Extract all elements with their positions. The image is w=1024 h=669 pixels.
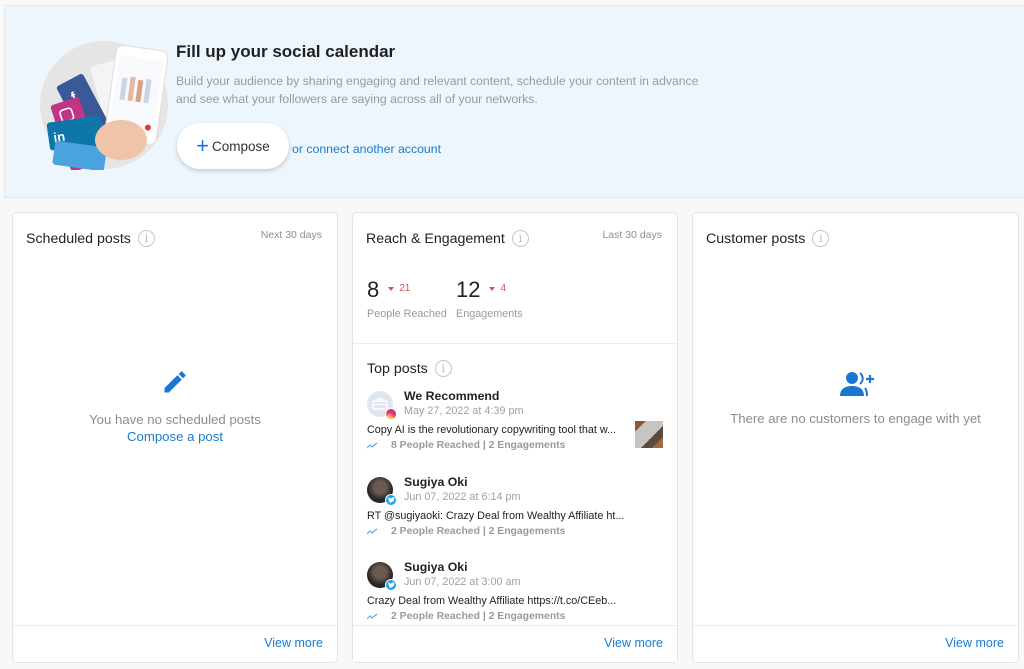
metric-engagements: 12 4 Engagements	[456, 277, 545, 320]
post-thumbnail[interactable]	[635, 421, 663, 448]
compose-label: Compose	[212, 138, 270, 154]
post-author: Sugiya Oki	[404, 560, 468, 574]
trend-icon	[367, 442, 378, 449]
info-icon[interactable]: i	[434, 360, 452, 377]
post-author: Sugiya Oki	[404, 475, 468, 489]
post-date: Jun 07, 2022 at 3:00 am	[404, 576, 521, 588]
scheduled-empty-state: You have no scheduled posts Compose a po…	[13, 368, 337, 444]
customer-posts-title: Customer posts	[706, 230, 806, 247]
info-icon[interactable]: i	[812, 230, 830, 247]
banner-title: Fill up your social calendar	[176, 42, 396, 61]
banner-description: Build your audience by sharing engaging …	[176, 74, 699, 106]
pencil-icon	[13, 368, 337, 400]
post-text: RT @sugiyaoki: Crazy Deal from Wealthy A…	[367, 510, 625, 522]
twitter-icon	[385, 494, 397, 506]
compose-button[interactable]: + Compose	[177, 123, 289, 169]
customer-posts-card: Customer posts i There are no customers …	[692, 212, 1019, 663]
card-footer: View more	[13, 625, 337, 662]
post-date: Jun 07, 2022 at 6:14 pm	[404, 491, 521, 503]
caret-down-icon	[388, 286, 395, 291]
customers-empty-state: There are no customers to engage with ye…	[693, 371, 1018, 426]
date-range-label: Next 30 days	[260, 229, 322, 241]
view-more-link[interactable]: View more	[264, 636, 323, 650]
compose-post-link[interactable]: Compose a post	[13, 429, 337, 444]
empty-message: There are no customers to engage with ye…	[730, 411, 981, 426]
social-cards-illustration: f in	[39, 40, 169, 172]
metric-label: People Reached	[367, 308, 447, 320]
card-footer: View more	[353, 625, 677, 662]
post-stats: 8 People Reached | 2 Engagements	[367, 440, 565, 451]
post-date: May 27, 2022 at 4:39 pm	[404, 405, 524, 417]
metric-delta: 4	[489, 283, 506, 294]
view-more-link[interactable]: View more	[604, 636, 663, 650]
metric-value: 8	[367, 277, 380, 302]
info-icon[interactable]: i	[137, 230, 155, 247]
post-text: Crazy Deal from Wealthy Affiliate https:…	[367, 595, 617, 607]
card-title: Reach & Engagement i	[366, 230, 529, 247]
card-footer: View more	[693, 625, 1018, 662]
trend-icon	[367, 528, 378, 535]
reach-engagement-card: Reach & Engagement i Last 30 days 8 21 P…	[352, 212, 678, 663]
post-stats: 2 People Reached | 2 Engagements	[367, 611, 565, 622]
instagram-icon	[385, 408, 397, 420]
briefcase-icon	[372, 398, 388, 410]
metric-people-reached: 8 21 People Reached	[367, 277, 456, 320]
plus-icon: +	[196, 133, 210, 158]
post-stats: 2 People Reached | 2 Engagements	[367, 526, 565, 537]
twitter-icon	[385, 579, 397, 591]
empty-message: You have no scheduled posts	[89, 412, 261, 427]
date-range-label: Last 30 days	[602, 229, 662, 241]
onboarding-banner: f in Fill up your social calendar Build …	[4, 5, 1024, 198]
view-more-link[interactable]: View more	[945, 636, 1004, 650]
post-author: We Recommend	[404, 389, 500, 403]
info-icon[interactable]: i	[511, 230, 529, 247]
card-title: Customer posts i	[706, 230, 830, 247]
scheduled-posts-title: Scheduled posts	[26, 230, 131, 247]
reach-engagement-title: Reach & Engagement	[366, 230, 505, 247]
connect-account-link[interactable]: or connect another account	[292, 142, 441, 156]
top-posts-heading: Top posts i	[367, 360, 452, 377]
add-user-icon	[693, 371, 1018, 399]
scheduled-posts-card: Scheduled posts i Next 30 days You have …	[12, 212, 338, 663]
card-title: Scheduled posts i	[26, 230, 155, 247]
caret-down-icon	[489, 286, 496, 291]
trend-icon	[367, 613, 378, 620]
post-text: Copy AI is the revolutionary copywriting…	[367, 424, 617, 436]
metric-value: 12	[456, 277, 481, 302]
metric-delta: 21	[388, 283, 410, 294]
metrics-row: 8 21 People Reached 12 4 Engagements	[367, 277, 545, 320]
divider	[353, 343, 677, 344]
metric-label: Engagements	[456, 308, 523, 320]
